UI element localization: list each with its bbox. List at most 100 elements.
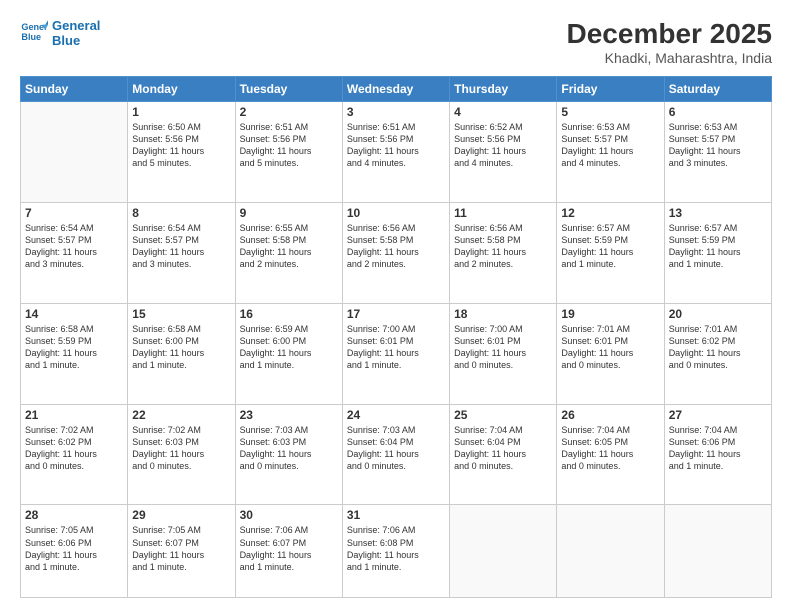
calendar-cell: 30 Sunrise: 7:06 AM Sunset: 6:07 PM Dayli… [235,505,342,598]
day-number: 28 [25,508,123,522]
calendar-table: SundayMondayTuesdayWednesdayThursdayFrid… [20,76,772,598]
day-info: Sunrise: 6:58 AM Sunset: 6:00 PM Dayligh… [132,323,230,372]
calendar-day-header: Tuesday [235,77,342,102]
day-number: 26 [561,408,659,422]
calendar-cell: 24 Sunrise: 7:03 AM Sunset: 6:04 PM Dayli… [342,404,449,505]
calendar-cell: 23 Sunrise: 7:03 AM Sunset: 6:03 PM Dayli… [235,404,342,505]
calendar-cell [664,505,771,598]
day-number: 21 [25,408,123,422]
calendar-cell: 21 Sunrise: 7:02 AM Sunset: 6:02 PM Dayli… [21,404,128,505]
calendar-cell: 19 Sunrise: 7:01 AM Sunset: 6:01 PM Dayli… [557,303,664,404]
calendar-cell: 16 Sunrise: 6:59 AM Sunset: 6:00 PM Dayli… [235,303,342,404]
calendar-day-header: Thursday [450,77,557,102]
calendar-day-header: Friday [557,77,664,102]
day-number: 7 [25,206,123,220]
day-info: Sunrise: 7:01 AM Sunset: 6:01 PM Dayligh… [561,323,659,372]
page: General Blue GeneralBlue December 2025 K… [0,0,792,612]
day-info: Sunrise: 7:06 AM Sunset: 6:07 PM Dayligh… [240,524,338,573]
day-number: 30 [240,508,338,522]
calendar-cell: 31Sunrise: 7:06 AM Sunset: 6:08 PM Dayli… [342,505,449,598]
calendar-cell: 29 Sunrise: 7:05 AM Sunset: 6:07 PM Dayli… [128,505,235,598]
day-info: Sunrise: 6:52 AM Sunset: 5:56 PM Dayligh… [454,121,552,170]
calendar-day-header: Monday [128,77,235,102]
day-number: 20 [669,307,767,321]
day-number: 1 [132,105,230,119]
day-number: 24 [347,408,445,422]
header: General Blue GeneralBlue December 2025 K… [20,18,772,66]
day-number: 19 [561,307,659,321]
day-number: 27 [669,408,767,422]
day-number: 12 [561,206,659,220]
calendar-cell: 1 Sunrise: 6:50 AM Sunset: 5:56 PM Daylig… [128,102,235,203]
calendar-cell: 13 Sunrise: 6:57 AM Sunset: 5:59 PM Dayli… [664,202,771,303]
calendar-cell: 8 Sunrise: 6:54 AM Sunset: 5:57 PM Daylig… [128,202,235,303]
day-info: Sunrise: 6:57 AM Sunset: 5:59 PM Dayligh… [561,222,659,271]
calendar-cell: 5Sunrise: 6:53 AM Sunset: 5:57 PM Daylig… [557,102,664,203]
subtitle: Khadki, Maharashtra, India [567,50,772,66]
calendar-cell: 3 Sunrise: 6:51 AM Sunset: 5:56 PM Daylig… [342,102,449,203]
day-number: 10 [347,206,445,220]
calendar-cell: 10 Sunrise: 6:56 AM Sunset: 5:58 PM Dayli… [342,202,449,303]
calendar-week-row: 14Sunrise: 6:58 AM Sunset: 5:59 PM Dayli… [21,303,772,404]
day-info: Sunrise: 7:02 AM Sunset: 6:02 PM Dayligh… [25,424,123,473]
day-info: Sunrise: 6:51 AM Sunset: 5:56 PM Dayligh… [240,121,338,170]
svg-text:Blue: Blue [21,32,41,42]
logo-text: GeneralBlue [52,18,100,48]
calendar-cell: 18 Sunrise: 7:00 AM Sunset: 6:01 PM Dayli… [450,303,557,404]
day-info: Sunrise: 7:02 AM Sunset: 6:03 PM Dayligh… [132,424,230,473]
day-info: Sunrise: 7:04 AM Sunset: 6:04 PM Dayligh… [454,424,552,473]
day-info: Sunrise: 7:00 AM Sunset: 6:01 PM Dayligh… [454,323,552,372]
calendar-cell: 9Sunrise: 6:55 AM Sunset: 5:58 PM Daylig… [235,202,342,303]
calendar-cell: 20 Sunrise: 7:01 AM Sunset: 6:02 PM Dayli… [664,303,771,404]
calendar-cell: 11Sunrise: 6:56 AM Sunset: 5:58 PM Dayli… [450,202,557,303]
day-info: Sunrise: 6:54 AM Sunset: 5:57 PM Dayligh… [132,222,230,271]
day-number: 16 [240,307,338,321]
day-info: Sunrise: 6:56 AM Sunset: 5:58 PM Dayligh… [454,222,552,271]
day-number: 15 [132,307,230,321]
day-number: 5 [561,105,659,119]
calendar-cell: 25 Sunrise: 7:04 AM Sunset: 6:04 PM Dayli… [450,404,557,505]
day-info: Sunrise: 7:04 AM Sunset: 6:05 PM Dayligh… [561,424,659,473]
day-info: Sunrise: 7:03 AM Sunset: 6:04 PM Dayligh… [347,424,445,473]
title-block: December 2025 Khadki, Maharashtra, India [567,18,772,66]
day-number: 6 [669,105,767,119]
day-info: Sunrise: 6:59 AM Sunset: 6:00 PM Dayligh… [240,323,338,372]
main-title: December 2025 [567,18,772,50]
day-info: Sunrise: 6:51 AM Sunset: 5:56 PM Dayligh… [347,121,445,170]
day-info: Sunrise: 6:56 AM Sunset: 5:58 PM Dayligh… [347,222,445,271]
calendar-cell: 12 Sunrise: 6:57 AM Sunset: 5:59 PM Dayli… [557,202,664,303]
day-number: 9 [240,206,338,220]
day-number: 13 [669,206,767,220]
day-info: Sunrise: 7:01 AM Sunset: 6:02 PM Dayligh… [669,323,767,372]
calendar-header-row: SundayMondayTuesdayWednesdayThursdayFrid… [21,77,772,102]
day-number: 4 [454,105,552,119]
calendar-cell [557,505,664,598]
day-number: 29 [132,508,230,522]
day-info: Sunrise: 6:50 AM Sunset: 5:56 PM Dayligh… [132,121,230,170]
calendar-week-row: 7 Sunrise: 6:54 AM Sunset: 5:57 PM Daylig… [21,202,772,303]
day-number: 8 [132,206,230,220]
day-number: 25 [454,408,552,422]
day-number: 18 [454,307,552,321]
logo: General Blue GeneralBlue [20,18,100,48]
calendar-cell: 15 Sunrise: 6:58 AM Sunset: 6:00 PM Dayli… [128,303,235,404]
day-info: Sunrise: 6:57 AM Sunset: 5:59 PM Dayligh… [669,222,767,271]
calendar-cell: 14Sunrise: 6:58 AM Sunset: 5:59 PM Dayli… [21,303,128,404]
day-number: 23 [240,408,338,422]
calendar-cell: 22Sunrise: 7:02 AM Sunset: 6:03 PM Dayli… [128,404,235,505]
day-info: Sunrise: 7:05 AM Sunset: 6:07 PM Dayligh… [132,524,230,573]
day-info: Sunrise: 6:53 AM Sunset: 5:57 PM Dayligh… [669,121,767,170]
day-info: Sunrise: 7:03 AM Sunset: 6:03 PM Dayligh… [240,424,338,473]
calendar-cell [21,102,128,203]
calendar-day-header: Sunday [21,77,128,102]
day-info: Sunrise: 7:04 AM Sunset: 6:06 PM Dayligh… [669,424,767,473]
calendar-cell [450,505,557,598]
day-number: 3 [347,105,445,119]
day-info: Sunrise: 6:54 AM Sunset: 5:57 PM Dayligh… [25,222,123,271]
day-number: 14 [25,307,123,321]
day-number: 17 [347,307,445,321]
calendar-week-row: 28Sunrise: 7:05 AM Sunset: 6:06 PM Dayli… [21,505,772,598]
calendar-cell: 7 Sunrise: 6:54 AM Sunset: 5:57 PM Daylig… [21,202,128,303]
day-number: 2 [240,105,338,119]
calendar-cell: 28Sunrise: 7:05 AM Sunset: 6:06 PM Dayli… [21,505,128,598]
